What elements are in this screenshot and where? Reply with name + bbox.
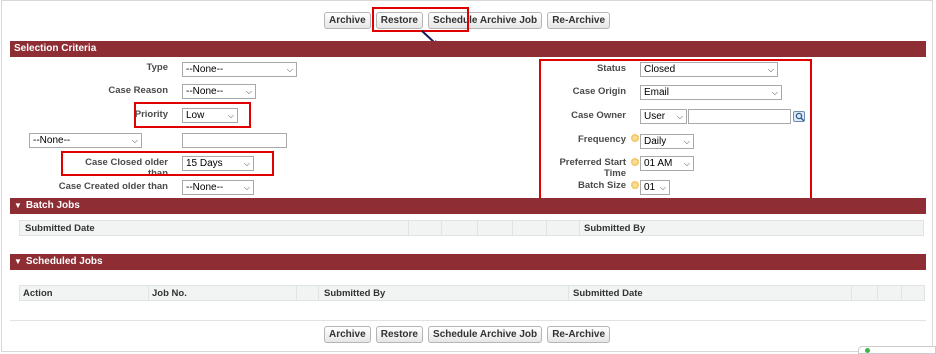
collapse-triangle-icon: ▼	[14, 257, 22, 266]
status-dot-icon	[865, 348, 870, 353]
scheduled-jobs-header[interactable]: ▼ Scheduled Jobs	[10, 254, 926, 270]
type-select[interactable]: --None-- ⌵	[182, 62, 297, 77]
bottom-toolbar: Archive Restore Schedule Archive Job Re-…	[2, 326, 932, 343]
batch-jobs-title: Batch Jobs	[25, 200, 80, 211]
batch-jobs-table-header: Submitted Date Submitted By	[19, 220, 924, 236]
case-reason-select[interactable]: --None-- ⌵	[182, 84, 256, 99]
collapse-triangle-icon: ▼	[14, 201, 22, 210]
case-created-label: Case Created older than	[58, 181, 168, 192]
column-submitted-date: Submitted Date	[573, 288, 643, 299]
archive-settings-panel: Archive Restore Schedule Archive Job Re-…	[1, 0, 933, 352]
archive-button[interactable]: Archive	[323, 326, 371, 343]
column-submitted-date: Submitted Date	[25, 223, 95, 234]
scheduled-jobs-table-header: Action Job No. Submitted By Submitted Da…	[19, 285, 925, 301]
column-action: Action	[23, 288, 53, 299]
custom-field-select[interactable]: --None-- ⌵	[29, 133, 142, 148]
type-label: Type	[146, 62, 168, 73]
divider	[10, 320, 926, 321]
highlight-case-closed	[61, 151, 274, 176]
highlight-priority	[134, 102, 251, 128]
type-value: --None--	[186, 64, 224, 75]
highlight-schedule-settings	[539, 59, 812, 200]
column-submitted-by: Submitted By	[584, 223, 646, 234]
selection-criteria-title: Selection Criteria	[14, 43, 97, 54]
archive-button[interactable]: Archive	[323, 12, 371, 29]
schedule-archive-job-button[interactable]: Schedule Archive Job	[428, 326, 543, 343]
case-created-select[interactable]: --None-- ⌵	[182, 180, 254, 195]
case-reason-label: Case Reason	[108, 85, 168, 96]
scheduled-jobs-title: Scheduled Jobs	[25, 256, 103, 267]
selection-criteria-header: Selection Criteria	[10, 41, 926, 57]
re-archive-button[interactable]: Re-Archive	[547, 12, 611, 29]
restore-button[interactable]: Restore	[375, 326, 423, 343]
case-reason-value: --None--	[186, 86, 224, 97]
case-created-value: --None--	[186, 182, 224, 193]
chevron-down-icon: ⌵	[286, 65, 293, 74]
corner-widget[interactable]	[858, 346, 936, 354]
chevron-down-icon: ⌵	[131, 136, 138, 145]
column-submitted-by: Submitted By	[324, 288, 386, 299]
batch-jobs-header[interactable]: ▼ Batch Jobs	[10, 198, 926, 214]
column-job-no: Job No.	[152, 288, 187, 299]
chevron-down-icon: ⌵	[245, 87, 252, 96]
custom-field-input[interactable]	[182, 133, 287, 148]
custom-field-value: --None--	[33, 135, 71, 146]
chevron-down-icon: ⌵	[243, 183, 250, 192]
re-archive-button[interactable]: Re-Archive	[547, 326, 611, 343]
